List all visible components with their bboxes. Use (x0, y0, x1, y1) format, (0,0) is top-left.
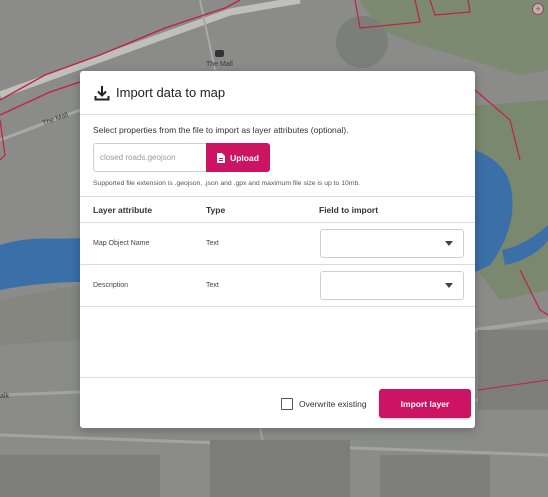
chevron-down-icon (445, 241, 453, 246)
map-camera-icon (215, 50, 224, 57)
row-field-cell (306, 229, 475, 258)
row-attribute-type: Text (206, 240, 219, 247)
download-icon (94, 85, 110, 101)
map-label-the-mall-top: The Mall (206, 61, 233, 68)
overwrite-label: Overwrite existing (299, 399, 367, 409)
row-attribute-type: Text (206, 282, 219, 289)
overwrite-existing-option[interactable]: Overwrite existing (281, 398, 367, 410)
table-header-row: Layer attribute Type Field to import (80, 196, 475, 223)
import-layer-button[interactable]: Import layer (379, 389, 471, 418)
header-type: Type (206, 204, 226, 215)
field-select-map-object-name[interactable] (320, 229, 464, 258)
instructions-text: Select properties from the file to impor… (93, 125, 349, 135)
file-name-input[interactable]: closed roads.geojson (93, 143, 206, 172)
row-field-cell (306, 271, 475, 300)
modal-footer: Overwrite existing Import layer (80, 377, 475, 428)
file-icon (217, 152, 226, 163)
upload-button-label: Upload (230, 152, 259, 163)
modal-title: Import data to map (116, 85, 226, 100)
header-layer-attribute: Layer attribute (93, 204, 153, 215)
map-control-plus-icon[interactable]: + (532, 3, 544, 15)
row-attribute-name: Description (93, 282, 129, 289)
upload-row: closed roads.geojson Upload (93, 143, 270, 172)
upload-button[interactable]: Upload (206, 143, 270, 172)
field-select-description[interactable] (320, 271, 464, 300)
header-field-to-import: Field to import (319, 204, 379, 215)
table-row: Description Text (80, 265, 475, 307)
supported-extensions-text: Supported file extension is .geojson, .j… (93, 180, 361, 187)
overwrite-checkbox[interactable] (281, 398, 293, 410)
modal-header: Import data to map (80, 71, 475, 115)
row-attribute-name: Map Object Name (93, 240, 150, 247)
map-label-walk: alk (0, 393, 9, 400)
table-row: Map Object Name Text (80, 223, 475, 265)
chevron-down-icon (445, 283, 453, 288)
import-data-modal: Import data to map Select properties fro… (80, 71, 475, 428)
attributes-table: Layer attribute Type Field to import Map… (80, 196, 475, 307)
